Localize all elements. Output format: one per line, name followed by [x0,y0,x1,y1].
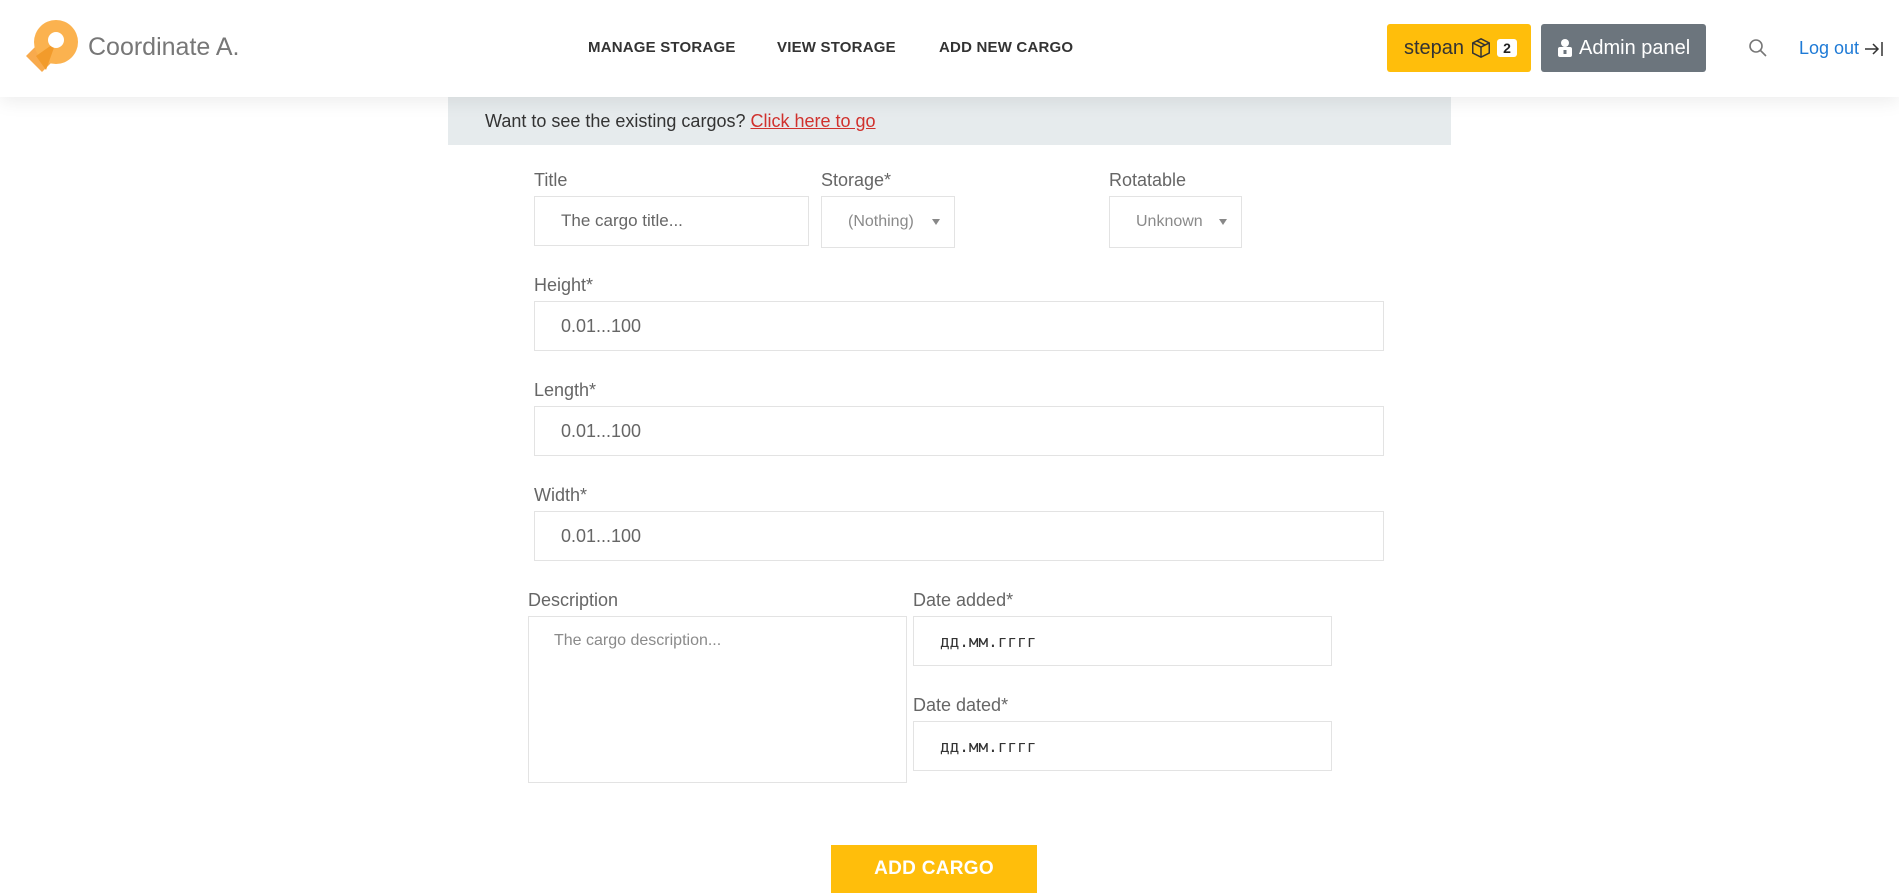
add-cargo-button[interactable]: ADD CARGO [831,845,1037,893]
chevron-down-icon [932,219,940,225]
notice-text: Want to see the existing cargos? Click h… [485,111,876,132]
nav-manage-storage[interactable]: MANAGE STORAGE [588,39,736,56]
date-added-input[interactable]: дд.мм.гггг [913,616,1332,666]
logout-label: Log out [1799,38,1860,58]
date-dated-input[interactable]: дд.мм.гггг [913,721,1332,771]
user-name: stepan [1404,36,1465,59]
date-dated-label: Date dated* [913,695,1009,715]
brand-name[interactable]: Coordinate A. [88,33,240,62]
title-input[interactable]: The cargo title... [534,196,809,246]
length-label: Length* [534,380,597,400]
length-input[interactable]: 0.01...100 [534,406,1384,456]
logout-link[interactable]: Log out [1799,38,1885,59]
chevron-down-icon [1219,219,1227,225]
storage-label: Storage* [821,170,892,190]
rotatable-label: Rotatable [1109,170,1187,190]
rotatable-select[interactable]: Unknown [1109,196,1242,248]
storage-selected-value: (Nothing) [848,213,914,230]
notice-message: Want to see the existing cargos? [485,111,751,131]
existing-cargos-notice: Want to see the existing cargos? Click h… [448,97,1451,145]
user-cart-button[interactable]: stepan 2 [1387,24,1531,72]
description-textarea[interactable]: The cargo description... [528,616,907,783]
cart-count-badge: 2 [1497,39,1517,57]
admin-panel-button[interactable]: Admin panel [1541,24,1706,72]
user-lock-icon [1558,39,1572,57]
search-icon[interactable] [1748,38,1768,58]
description-label: Description [528,590,619,610]
title-label: Title [534,170,568,190]
cube-icon [1472,38,1491,58]
nav-add-new-cargo[interactable]: ADD NEW CARGO [939,39,1073,56]
view-cargos-link[interactable]: Click here to go [750,111,875,131]
height-input[interactable]: 0.01...100 [534,301,1384,351]
rotatable-selected-value: Unknown [1136,213,1203,230]
logout-icon [1865,41,1883,56]
nav-view-storage[interactable]: VIEW STORAGE [777,39,896,56]
width-label: Width* [534,485,588,505]
storage-select[interactable]: (Nothing) [821,196,955,248]
logo-icon [26,20,78,72]
top-navbar: Coordinate A. MANAGE STORAGE VIEW STORAG… [0,0,1899,97]
admin-panel-label: Admin panel [1579,36,1691,59]
width-input[interactable]: 0.01...100 [534,511,1384,561]
height-label: Height* [534,275,594,295]
date-added-label: Date added* [913,590,1014,610]
